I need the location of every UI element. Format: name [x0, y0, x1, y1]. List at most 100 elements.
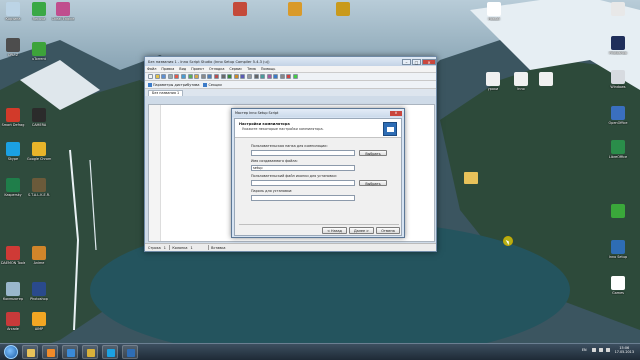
toolbar-button-9-icon[interactable] [200, 74, 206, 79]
menu-edit[interactable]: Правка [161, 67, 174, 71]
taskbar-inno[interactable] [122, 345, 138, 359]
desktop-icon-games[interactable]: Games [606, 276, 630, 295]
desktop-icon-libreoffice[interactable]: LibreOffice [606, 140, 630, 159]
setup-password-input[interactable] [251, 195, 355, 201]
desktop-icon-item-6[interactable] [606, 204, 630, 219]
next-button[interactable]: Далее > [349, 227, 374, 234]
menu-project[interactable]: Проект [191, 67, 204, 71]
sections-button[interactable]: Секции [203, 82, 222, 87]
mouse-cursor-icon [503, 236, 513, 246]
desktop-icon-cpu-z[interactable]: CPU-Z [1, 38, 25, 57]
desktop-icon-item-2[interactable] [534, 72, 558, 87]
output-folder-input[interactable] [251, 150, 355, 156]
tray-volume-icon[interactable] [605, 348, 610, 353]
toolbar-button-4-icon[interactable] [167, 74, 173, 79]
language-indicator[interactable]: EN [582, 348, 587, 352]
taskbar-chrome[interactable] [82, 345, 98, 359]
cancel-button[interactable]: Отмена [376, 227, 400, 234]
app-s-t-a-l-k-e-r-icon [32, 178, 46, 192]
toolbar-button-20-icon[interactable] [273, 74, 279, 79]
start-button[interactable] [4, 345, 18, 359]
desktop-icon-item-0[interactable]: уроки [481, 72, 505, 91]
toolbar-button-11-icon[interactable] [213, 74, 219, 79]
desktop-icon-label: Smart Defrag [1, 123, 25, 127]
toolbar-button-13-icon[interactable] [227, 74, 233, 79]
toolbar-button-2-icon[interactable] [154, 74, 160, 79]
setup-icon-input[interactable] [251, 180, 355, 186]
desktop-icon-skype[interactable]: Skype [1, 142, 25, 161]
desktop-icon-recuva[interactable]: Recuva [27, 2, 51, 21]
menu-debug[interactable]: Отладка [209, 67, 224, 71]
menu-file[interactable]: Файл [147, 67, 156, 71]
dialog-close-icon[interactable]: ✕ [390, 110, 402, 116]
toolbar-button-22-icon[interactable] [286, 74, 292, 79]
toolbar-button-21-icon[interactable] [279, 74, 285, 79]
desktop-icon-s-t-a-l-k-e-r[interactable]: S.T.A.L.K.E.R. [27, 178, 51, 197]
output-filename-input[interactable]: setup [251, 165, 355, 171]
browse-icon-button[interactable]: Выбрать [359, 179, 387, 186]
toolbar-button-18-icon[interactable] [260, 74, 266, 79]
taskbar-explorer[interactable] [22, 345, 38, 359]
desktop-icon-windows[interactable]: Windows [606, 70, 630, 89]
toolbar-button-3-icon[interactable] [161, 74, 167, 79]
clock[interactable]: 15:06 17.05.2013 [615, 346, 634, 355]
taskbar-media[interactable] [42, 345, 58, 359]
toolbar-button-23-icon[interactable] [293, 74, 299, 79]
menu-theme[interactable]: Тема [247, 67, 256, 71]
tray-flag-icon[interactable] [591, 348, 596, 353]
desktop-icon-photoshop[interactable]: Photoshop [27, 282, 51, 301]
window-titlebar[interactable]: Без названия 1 - Inno Script Studio (Inn… [145, 57, 436, 66]
desktop-icon-item-0[interactable]: Новый [482, 2, 506, 21]
desktop-icon-photoshop[interactable]: Photoshop [606, 36, 630, 55]
toolbar-button-1-icon[interactable] [148, 74, 153, 79]
minimize-icon[interactable]: – [402, 58, 411, 65]
toolbar-button-8-icon[interactable] [194, 74, 200, 79]
menu-view[interactable]: Вид [179, 67, 186, 71]
desktop-icon-kaspersky[interactable]: Kaspersky [1, 178, 25, 197]
setup-options-button[interactable]: Параметры дистрибутива [148, 82, 199, 87]
desktop-icon-item-0[interactable]: Корзина [1, 2, 25, 21]
desktop-icon-google-chrome[interactable]: Google Chrome [27, 142, 51, 161]
toolbar-button-6-icon[interactable] [180, 74, 186, 79]
toolbar-button-19-icon[interactable] [266, 74, 272, 79]
toolbar-button-15-icon[interactable] [240, 74, 246, 79]
desktop-icon-camera[interactable]: CAMERA [27, 108, 51, 127]
close-icon[interactable]: ✕ [422, 58, 436, 65]
desktop-icon-inno[interactable]: Inno [509, 72, 533, 91]
menu-help[interactable]: Помощь [261, 67, 275, 71]
folder-icon[interactable] [459, 172, 483, 185]
desktop-icon-inno-setup[interactable]: Inno Setup [606, 240, 630, 259]
tab-untitled[interactable]: Без названия 1 [148, 90, 184, 96]
toolbar-button-10-icon[interactable] [207, 74, 213, 79]
desktop-icon-label: CAMERA [31, 123, 47, 127]
desktop-icon-openoffice[interactable]: OpenOffice [606, 106, 630, 125]
desktop-icon-daemon-tools[interactable]: DAEMON Tools [1, 246, 25, 265]
desktop-icon-item-2[interactable] [331, 2, 355, 17]
desktop-icon-item-0[interactable] [228, 2, 252, 17]
desktop-icon-item-13[interactable]: Компьютер [1, 282, 25, 301]
desktop-icon-arcade[interactable]: Arcade [1, 312, 25, 331]
desktop-icon-smart-defrag[interactable]: Smart Defrag [1, 108, 25, 127]
desktop-icon-label: Inno [517, 87, 525, 91]
toolbar-button-16-icon[interactable] [246, 74, 252, 79]
dialog-titlebar[interactable]: Мастер Inno Setup Script ✕ [232, 109, 404, 117]
desktop-icon-aimp[interactable]: AIMP [27, 312, 51, 331]
tray-network-icon[interactable] [598, 348, 603, 353]
toolbar-button-7-icon[interactable] [187, 74, 193, 79]
toolbar-button-5-icon[interactable] [174, 74, 180, 79]
desktop-icon-item-1[interactable] [283, 2, 307, 17]
desktop-icon-item-1[interactable] [606, 2, 630, 17]
menu-tools[interactable]: Сервис [229, 67, 242, 71]
taskbar-skype[interactable] [102, 345, 118, 359]
browse-folder-button[interactable]: Выбрать [359, 149, 387, 156]
toolbar-button-12-icon[interactable] [220, 74, 226, 79]
toolbar-button-14-icon[interactable] [233, 74, 239, 79]
desktop-icon-anime[interactable]: Anime [27, 246, 51, 265]
desktop-icon-utorrent[interactable]: uTorrent [27, 42, 51, 61]
script-wizard-dialog[interactable]: Мастер Inno Setup Script ✕ Настройки ком… [231, 108, 405, 238]
maximize-icon[interactable]: □ [412, 58, 421, 65]
taskbar-browser[interactable] [62, 345, 78, 359]
desktop-icon-cheat-engine[interactable]: Cheat Engine [51, 2, 75, 21]
toolbar-button-17-icon[interactable] [253, 74, 259, 79]
back-button[interactable]: < Назад [322, 227, 347, 234]
